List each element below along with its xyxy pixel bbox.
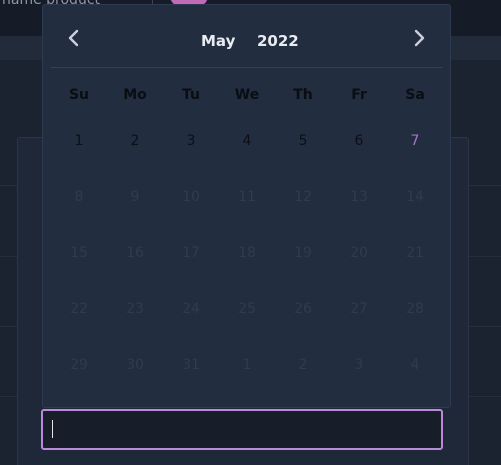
calendar-day[interactable]: 20	[331, 245, 387, 261]
calendar-day[interactable]: 4	[219, 133, 275, 149]
calendar-day[interactable]: 19	[275, 245, 331, 261]
weekday-header: Sa	[405, 87, 425, 103]
calendar-day[interactable]: 21	[387, 245, 443, 261]
calendar-day[interactable]: 6	[331, 133, 387, 149]
year-label[interactable]: 2022	[257, 32, 299, 50]
weekday-header: Mo	[123, 87, 147, 103]
calendar-day-next-month[interactable]: 2	[275, 357, 331, 373]
calendar-day[interactable]: 23	[107, 301, 163, 317]
chevron-left-icon	[68, 29, 79, 47]
calendar-day[interactable]: 9	[107, 189, 163, 205]
calendar-day[interactable]: 27	[331, 301, 387, 317]
next-month-button[interactable]	[407, 26, 431, 50]
calendar-day-next-month[interactable]: 1	[219, 357, 275, 373]
calendar-day[interactable]: 31	[163, 357, 219, 373]
date-picker-popup: May 2022 Su Mo Tu We Th Fr Sa 1 2 3 4 5 …	[42, 4, 451, 408]
text-caret	[52, 420, 53, 438]
calendar-day[interactable]: 11	[219, 189, 275, 205]
calendar-day[interactable]: 26	[275, 301, 331, 317]
page: name product May 2022	[0, 0, 501, 465]
calendar-day[interactable]: 18	[219, 245, 275, 261]
month-label[interactable]: May	[201, 32, 235, 50]
weekday-header: Tu	[182, 87, 200, 103]
calendar-day[interactable]: 10	[163, 189, 219, 205]
calendar-day[interactable]: 3	[163, 133, 219, 149]
weekday-header: We	[234, 87, 260, 103]
calendar-day[interactable]: 13	[331, 189, 387, 205]
calendar-day[interactable]: 1	[51, 133, 107, 149]
calendar-day[interactable]: 14	[387, 189, 443, 205]
calendar-day[interactable]: 12	[275, 189, 331, 205]
weekday-header: Su	[68, 87, 90, 103]
calendar-day[interactable]: 24	[163, 301, 219, 317]
date-input[interactable]	[41, 409, 443, 450]
calendar-day[interactable]: 16	[107, 245, 163, 261]
calendar-day-next-month[interactable]: 3	[331, 357, 387, 373]
chevron-right-icon	[414, 29, 425, 47]
previous-month-button[interactable]	[62, 26, 86, 50]
calendar-day[interactable]: 2	[107, 133, 163, 149]
calendar-day-next-month[interactable]: 4	[387, 357, 443, 373]
weekday-header: Th	[293, 87, 313, 103]
calendar-day[interactable]: 30	[107, 357, 163, 373]
weekday-header: Fr	[351, 87, 367, 103]
header-divider	[51, 67, 442, 68]
calendar-day[interactable]: 15	[51, 245, 107, 261]
calendar-day-highlighted[interactable]: 7	[387, 133, 443, 149]
calendar-header: May 2022	[43, 5, 450, 67]
calendar-day[interactable]: 29	[51, 357, 107, 373]
calendar-day[interactable]: 8	[51, 189, 107, 205]
calendar-day[interactable]: 5	[275, 133, 331, 149]
calendar-day[interactable]: 28	[387, 301, 443, 317]
calendar-day[interactable]: 17	[163, 245, 219, 261]
calendar-day[interactable]: 22	[51, 301, 107, 317]
calendar-day[interactable]: 25	[219, 301, 275, 317]
